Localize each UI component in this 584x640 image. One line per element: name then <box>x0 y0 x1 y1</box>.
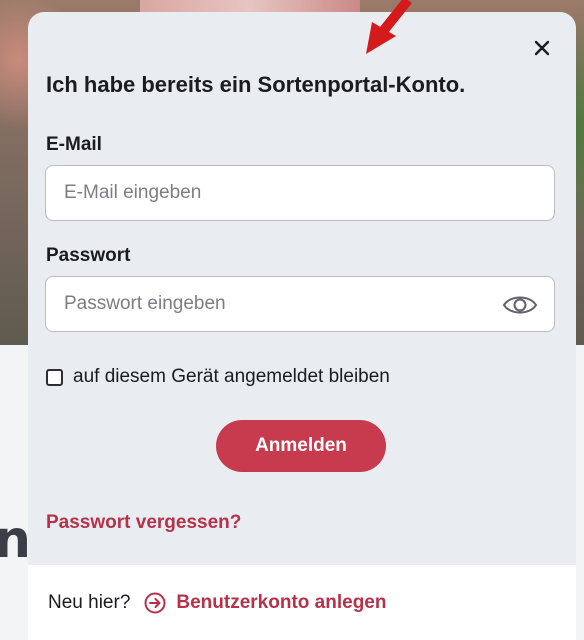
eye-icon[interactable] <box>502 292 538 318</box>
arrow-right-circle-icon <box>144 592 166 613</box>
footer-question: Neu hier? <box>48 591 131 613</box>
remember-me[interactable]: auf diesem Gerät angemeldet bleiben <box>46 366 390 388</box>
modal-footer: Neu hier? Benutzerkonto anlegen <box>28 565 576 640</box>
password-field[interactable] <box>46 277 554 331</box>
email-field[interactable] <box>46 166 554 220</box>
modal-title: Ich habe bereits ein Sortenportal-Konto. <box>46 72 466 97</box>
email-label: E-Mail <box>46 134 102 155</box>
login-modal: Ich habe bereits ein Sortenportal-Konto.… <box>28 12 576 640</box>
remember-checkbox[interactable] <box>46 368 63 386</box>
close-icon <box>534 40 550 56</box>
forgot-password-link[interactable]: Passwort vergessen? <box>46 512 241 534</box>
create-account-link[interactable]: Benutzerkonto anlegen <box>144 592 386 614</box>
red-arrow-annotation <box>366 0 412 54</box>
close-button[interactable] <box>530 36 554 60</box>
password-label: Passwort <box>46 245 131 266</box>
email-field-wrapper <box>45 165 555 221</box>
create-account-label: Benutzerkonto anlegen <box>176 591 387 613</box>
password-field-wrapper <box>45 276 555 332</box>
background-text-fragment: n <box>0 510 32 570</box>
login-button[interactable]: Anmelden <box>216 420 386 472</box>
remember-label: auf diesem Gerät angemeldet bleiben <box>73 366 390 387</box>
